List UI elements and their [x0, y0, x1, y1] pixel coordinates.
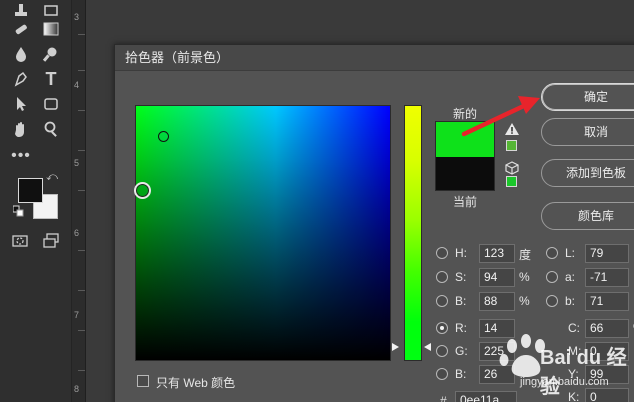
l-radio[interactable]: [546, 247, 558, 259]
color-field-cursor[interactable]: [158, 131, 169, 142]
zoom-tool-icon[interactable]: [40, 118, 62, 140]
hue-slider[interactable]: [404, 105, 422, 361]
ruler-tick: 4: [74, 80, 80, 90]
web-colors-only-checkbox[interactable]: [137, 375, 149, 387]
stamp-tool-icon[interactable]: [10, 0, 32, 20]
a-label: a:: [565, 270, 576, 284]
hex-label: #: [440, 394, 447, 402]
h-radio[interactable]: [436, 247, 448, 259]
pen-tool-icon[interactable]: [10, 68, 32, 90]
brightness-input[interactable]: 88: [479, 292, 515, 311]
brightness-radio[interactable]: [436, 295, 448, 307]
web-colors-only-label: 只有 Web 颜色: [156, 376, 236, 390]
l-label: L:: [565, 246, 576, 260]
more-tools-icon[interactable]: •••: [10, 145, 32, 167]
s-unit: %: [519, 270, 530, 284]
r-label: R:: [455, 321, 467, 335]
color-field[interactable]: [135, 105, 391, 361]
h-input[interactable]: 123: [479, 244, 515, 263]
s-radio[interactable]: [436, 271, 448, 283]
lab-b-label: b:: [565, 294, 576, 308]
blue-label: B:: [455, 367, 467, 381]
lab-b-input[interactable]: 71: [585, 292, 629, 311]
web-safe-correction-swatch[interactable]: [506, 176, 517, 187]
rectangle-tool-icon[interactable]: [40, 0, 62, 20]
blue-input[interactable]: 26: [479, 365, 515, 384]
a-input[interactable]: -71: [585, 268, 629, 287]
brightness-label: B:: [455, 294, 467, 308]
vertical-ruler: 3 4 5 6 7 8: [72, 0, 86, 402]
blue-radio[interactable]: [436, 368, 448, 380]
g-radio[interactable]: [436, 345, 448, 357]
type-tool-icon[interactable]: T: [40, 68, 62, 90]
s-input[interactable]: 94: [479, 268, 515, 287]
ruler-tick: 7: [74, 310, 80, 320]
color-libraries-button[interactable]: 颜色库: [541, 202, 634, 230]
hex-input[interactable]: 0ee11a: [455, 391, 517, 402]
add-to-swatches-button[interactable]: 添加到色板: [541, 159, 634, 187]
brightness-unit: %: [519, 294, 530, 308]
foreground-color-swatch[interactable]: [18, 178, 43, 203]
lab-b-radio[interactable]: [546, 295, 558, 307]
ruler-tick: 3: [74, 12, 80, 22]
annotation-arrow: [461, 96, 540, 137]
ruler-tick: 8: [74, 384, 80, 394]
l-input[interactable]: 79: [585, 244, 629, 263]
hand-tool-icon[interactable]: [10, 118, 32, 140]
hue-slider-handle-right[interactable]: [424, 343, 431, 351]
h-label: H:: [455, 246, 467, 260]
toolbar: T ••• ⤺: [0, 0, 72, 402]
r-input[interactable]: 14: [479, 319, 515, 338]
dodge-tool-icon[interactable]: [40, 43, 62, 65]
web-safe-warning-icon[interactable]: [505, 161, 519, 175]
hue-slider-handle-left[interactable]: [392, 343, 399, 351]
current-color-swatch[interactable]: [435, 157, 495, 191]
default-colors-icon[interactable]: [13, 205, 25, 218]
swap-colors-icon[interactable]: ⤺: [45, 170, 59, 184]
selection-tool-icon[interactable]: [10, 93, 32, 115]
ruler-tick: 5: [74, 158, 80, 168]
current-color-label: 当前: [453, 195, 478, 209]
c-label: C:: [568, 321, 580, 335]
healing-brush-icon[interactable]: [10, 18, 32, 40]
dialog-title: 拾色器（前景色）: [115, 45, 634, 71]
h-unit: 度: [519, 248, 532, 262]
watermark-url: jingyan.baidu.com: [520, 376, 609, 388]
r-radio[interactable]: [436, 322, 448, 334]
color-field-marker: [134, 182, 151, 199]
shape-tool-icon[interactable]: [40, 93, 62, 115]
screen-mode-icon[interactable]: [40, 230, 62, 252]
ruler-tick: 6: [74, 228, 80, 238]
s-label: S:: [455, 270, 467, 284]
gradient-tool-icon[interactable]: [40, 18, 62, 40]
c-input[interactable]: 66: [585, 319, 629, 338]
g-input[interactable]: 225: [479, 342, 515, 361]
a-radio[interactable]: [546, 271, 558, 283]
blur-tool-icon[interactable]: [10, 43, 32, 65]
g-label: G:: [455, 344, 468, 358]
watermark-brand: Bai du 经验: [540, 347, 627, 398]
quick-mask-icon[interactable]: [9, 230, 31, 252]
